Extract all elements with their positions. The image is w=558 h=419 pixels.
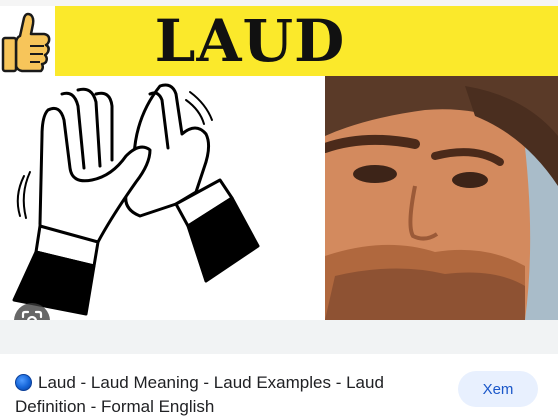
image-result-card: LAUD Laud - Laud Meaning - Laud Examples… [0, 0, 558, 419]
bearded-man-photo [325, 76, 558, 320]
image-footer-strip [0, 320, 558, 354]
result-title: Laud - Laud Meaning - Laud Examples - La… [15, 373, 384, 416]
site-favicon-icon [15, 374, 32, 391]
result-title-link[interactable]: Laud - Laud Meaning - Laud Examples - La… [15, 371, 435, 419]
thumbs-up-icon [0, 6, 55, 76]
result-image[interactable]: LAUD [0, 0, 558, 320]
result-footer: Laud - Laud Meaning - Laud Examples - La… [0, 354, 558, 419]
title-banner: LAUD [0, 6, 558, 76]
banner-title: LAUD [154, 7, 346, 75]
clapping-hands-illustration [0, 76, 325, 320]
view-button[interactable]: Xem [458, 371, 538, 407]
